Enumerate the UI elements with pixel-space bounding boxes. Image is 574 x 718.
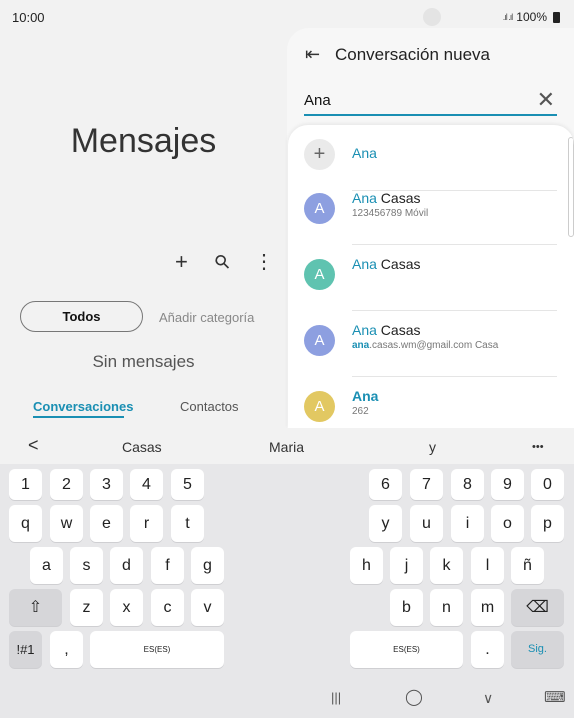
period-key[interactable]: . <box>471 631 504 668</box>
add-category-button[interactable]: Añadir categoría <box>159 310 254 325</box>
tab-indicator <box>33 416 124 418</box>
list-item[interactable]: A Ana Casas <box>288 245 574 311</box>
contact-detail: 123456789 Móvil <box>352 208 429 219</box>
search-icon[interactable]: ⚲ <box>210 249 236 275</box>
backspace-key[interactable]: ⌫ <box>511 589 564 626</box>
key-q[interactable]: q <box>9 505 42 542</box>
list-item[interactable]: A Ana Casas ana.casas.wm@gmail.com Casa <box>288 311 574 377</box>
key-9[interactable]: 9 <box>491 469 524 500</box>
more-suggestions-icon[interactable]: ••• <box>532 441 544 453</box>
key-s[interactable]: s <box>70 547 103 584</box>
key-b[interactable]: b <box>390 589 423 626</box>
battery-percent: 100% <box>516 10 547 24</box>
contact-name: Ana Casas <box>352 256 421 272</box>
shift-key[interactable]: ⇧ <box>9 589 62 626</box>
key-j[interactable]: j <box>390 547 423 584</box>
contact-suggestions: + Ana A Ana Casas 123456789 Móvil A Ana … <box>288 125 574 428</box>
key-5[interactable]: 5 <box>171 469 204 500</box>
key-v[interactable]: v <box>191 589 224 626</box>
key-y[interactable]: y <box>369 505 402 542</box>
suggestion-back-icon[interactable]: < <box>28 435 39 456</box>
add-contact-icon: + <box>304 139 335 170</box>
key-6[interactable]: 6 <box>369 469 402 500</box>
key-k[interactable]: k <box>430 547 463 584</box>
key-u[interactable]: u <box>410 505 443 542</box>
recent-apps-icon[interactable]: ||| <box>331 690 341 705</box>
contact-name: Ana <box>352 388 379 404</box>
next-key[interactable]: Sig. <box>511 631 564 668</box>
clear-icon[interactable]: ✕ <box>537 87 555 113</box>
home-icon[interactable]: ◯ <box>405 687 423 707</box>
key-c[interactable]: c <box>151 589 184 626</box>
battery-icon <box>553 11 560 23</box>
suggestion-1[interactable]: Casas <box>122 439 162 455</box>
space-key-left[interactable]: ES(ES) <box>90 631 224 668</box>
key-g[interactable]: g <box>191 547 224 584</box>
avatar: A <box>304 193 335 224</box>
tab-contacts[interactable]: Contactos <box>180 399 239 414</box>
back-nav-icon[interactable]: ∨ <box>483 690 493 707</box>
list-item[interactable]: A Ana 262 <box>288 377 574 428</box>
key-m[interactable]: m <box>471 589 504 626</box>
camera-cutout <box>423 8 441 26</box>
status-time: 10:00 <box>12 10 45 25</box>
tab-conversations[interactable]: Conversaciones <box>33 399 133 414</box>
list-item[interactable]: A Ana Casas 123456789 Móvil <box>288 179 574 245</box>
filter-all-button[interactable]: Todos <box>20 301 143 332</box>
key-x[interactable]: x <box>110 589 143 626</box>
key-3[interactable]: 3 <box>90 469 123 500</box>
panel-title: Conversación nueva <box>335 45 490 64</box>
key-e[interactable]: e <box>90 505 123 542</box>
key-z[interactable]: z <box>70 589 103 626</box>
contact-name: Ana <box>352 145 377 161</box>
suggestion-bar: < Casas Maria y ••• <box>0 428 574 464</box>
key-8[interactable]: 8 <box>451 469 484 500</box>
key-2[interactable]: 2 <box>50 469 83 500</box>
suggestion-3[interactable]: y <box>429 439 436 455</box>
contact-name: Ana Casas <box>352 322 421 338</box>
comma-key[interactable]: , <box>50 631 83 668</box>
key-t[interactable]: t <box>171 505 204 542</box>
suggestion-2[interactable]: Maria <box>269 439 304 455</box>
recipient-search-input[interactable]: Ana ✕ <box>304 87 557 116</box>
symbols-key[interactable]: !#1 <box>9 631 42 668</box>
add-icon[interactable]: + <box>175 249 188 275</box>
key-0[interactable]: 0 <box>531 469 564 500</box>
avatar: A <box>304 259 335 290</box>
key-w[interactable]: w <box>50 505 83 542</box>
contact-detail: 262 <box>352 406 369 417</box>
contact-detail: ana.casas.wm@gmail.com Casa <box>352 340 499 351</box>
space-key-right[interactable]: ES(ES) <box>350 631 463 668</box>
search-value[interactable]: Ana <box>304 92 331 109</box>
key-n-tilde[interactable]: ñ <box>511 547 544 584</box>
key-r[interactable]: r <box>130 505 163 542</box>
key-h[interactable]: h <box>350 547 383 584</box>
key-l[interactable]: l <box>471 547 504 584</box>
back-icon[interactable]: ⇤ <box>305 44 320 65</box>
signal-icon: .ıl .ıl <box>502 12 513 22</box>
contact-name: Ana Casas <box>352 190 421 206</box>
key-a[interactable]: a <box>30 547 63 584</box>
key-d[interactable]: d <box>110 547 143 584</box>
key-p[interactable]: p <box>531 505 564 542</box>
key-f[interactable]: f <box>151 547 184 584</box>
key-1[interactable]: 1 <box>9 469 42 500</box>
avatar: A <box>304 391 335 422</box>
key-i[interactable]: i <box>451 505 484 542</box>
key-7[interactable]: 7 <box>410 469 443 500</box>
key-n[interactable]: n <box>430 589 463 626</box>
avatar: A <box>304 325 335 356</box>
more-options-icon[interactable]: ⋮ <box>254 249 274 274</box>
key-o[interactable]: o <box>491 505 524 542</box>
key-4[interactable]: 4 <box>130 469 163 500</box>
empty-state-text: Sin mensajes <box>92 352 195 371</box>
status-right: .ıl .ıl 100% <box>503 10 560 24</box>
app-title: Mensajes <box>70 122 217 160</box>
keyboard-icon[interactable]: ⌨ <box>544 688 566 706</box>
